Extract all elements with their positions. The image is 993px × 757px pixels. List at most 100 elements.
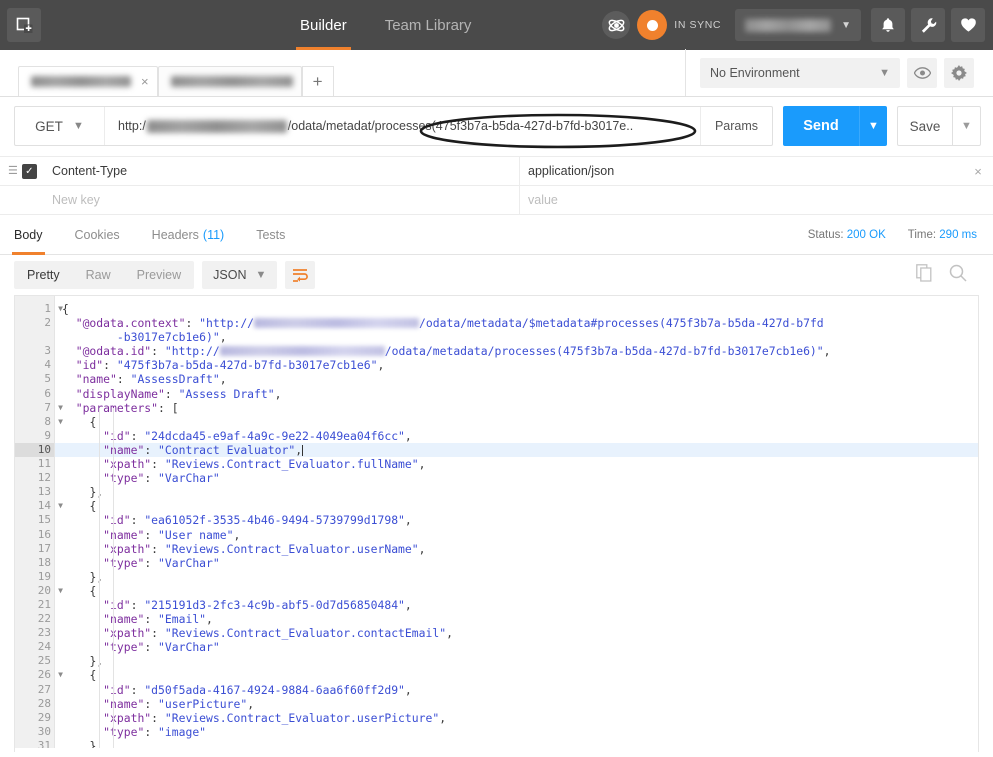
drag-handle-icon[interactable]: ☰	[8, 165, 18, 177]
code-line[interactable]: },	[55, 654, 978, 668]
http-method-select[interactable]: GET ▼	[15, 107, 105, 145]
code-line-number: 1 ▼	[44, 302, 63, 315]
code-line[interactable]: "xpath": "Reviews.Contract_Evaluator.con…	[55, 626, 978, 640]
code-line[interactable]: "xpath": "Reviews.Contract_Evaluator.ful…	[55, 457, 978, 471]
code-line[interactable]: "id": "475f3b7a-b5da-427d-b7fd-b3017e7cb…	[55, 358, 978, 372]
code-line[interactable]: "displayName": "Assess Draft",	[55, 387, 978, 401]
table-row: ☰ ✓ Content-Type application/json ×	[0, 156, 993, 186]
tab-cookies[interactable]: Cookies	[75, 215, 120, 255]
word-wrap-button[interactable]	[285, 261, 316, 289]
atom-icon[interactable]	[602, 11, 631, 39]
send-button[interactable]: Send	[783, 106, 859, 146]
code-content[interactable]: { "@odata.context": "http:///odata/metad…	[54, 296, 978, 752]
code-line[interactable]: },	[55, 485, 978, 499]
code-line[interactable]: {	[55, 302, 978, 316]
code-line[interactable]: "name": "Contract Evaluator",	[55, 442, 978, 458]
response-body-code-area[interactable]: 1 ▼ 2 3 4 5 6 7 ▼ 8 ▼ 9 10 11 12 13 14 ▼ 15 16 17 18 19 20 ▼ 21 22…	[14, 295, 979, 752]
environment-quick-look-button[interactable]	[907, 57, 937, 88]
send-button-group: Send ▼	[783, 106, 887, 146]
code-line-number: 8 ▼	[44, 414, 63, 428]
code-line[interactable]: {	[55, 668, 978, 682]
code-line[interactable]: "name": "Email",	[55, 612, 978, 626]
code-line[interactable]: "type": "VarChar"	[55, 471, 978, 485]
header-tab-team-library-label: Team Library	[384, 16, 472, 34]
remove-header-button[interactable]: ×	[963, 164, 993, 179]
sync-status-icon[interactable]	[637, 10, 668, 40]
time-label: Time:	[907, 228, 937, 241]
code-line[interactable]: "xpath": "Reviews.Contract_Evaluator.use…	[55, 542, 978, 556]
status-badge: Status: 200 OK	[808, 229, 886, 241]
code-line[interactable]: "type": "VarChar"	[55, 640, 978, 654]
code-line-number: 23	[37, 626, 51, 640]
add-request-tab-button[interactable]: +	[301, 66, 334, 96]
params-button[interactable]: Params	[700, 107, 772, 145]
request-tab-1[interactable]: ×	[18, 66, 158, 96]
code-line[interactable]: },	[55, 570, 978, 584]
new-header-value-input[interactable]: value	[520, 186, 963, 215]
code-line[interactable]: "xpath": "Reviews.Contract_Evaluator.use…	[55, 711, 978, 725]
sync-status-group: IN SYNC	[602, 10, 721, 40]
code-line[interactable]: {	[55, 499, 978, 513]
response-tabbar: Body Cookies Headers (11) Tests Status: …	[0, 215, 993, 255]
view-mode-pretty[interactable]: Pretty	[14, 261, 73, 289]
environment-settings-button[interactable]	[944, 57, 974, 88]
code-line[interactable]: "type": "image"	[55, 725, 978, 739]
search-button[interactable]	[949, 264, 967, 287]
favorites-button[interactable]	[951, 8, 985, 42]
row-enabled-checkbox[interactable]: ✓	[21, 163, 37, 179]
tab-headers[interactable]: Headers (11)	[152, 215, 225, 255]
send-label: Send	[803, 118, 839, 134]
code-line[interactable]: {	[55, 415, 978, 429]
new-header-key-input[interactable]: New key	[44, 185, 520, 215]
copy-button[interactable]	[916, 263, 933, 287]
format-select[interactable]: JSON ▼	[202, 261, 278, 289]
request-tab-2[interactable]	[157, 66, 302, 96]
code-line[interactable]: "name": "AssessDraft",	[55, 372, 978, 386]
code-line[interactable]: "@odata.id": "http:///odata/metadata/pro…	[55, 344, 978, 358]
code-line-number: 6	[44, 386, 51, 400]
url-input[interactable]: http:/ /odata/metadat/processes(475f3b7a-…	[105, 107, 700, 145]
code-line[interactable]: "id": "215191d3-2fc3-4c9b-abf5-0d7d56850…	[55, 598, 978, 612]
code-line[interactable]: "id": "24dcda45-e9af-4a9c-9e22-4049ea04f…	[55, 429, 978, 443]
code-line-number: 14 ▼	[37, 499, 63, 513]
user-menu[interactable]: ▼	[735, 9, 861, 41]
user-name-redacted	[745, 18, 832, 32]
code-line[interactable]: "id": "ea61052f-3535-4b46-9494-5739799d1…	[55, 513, 978, 527]
header-key-input[interactable]: Content-Type	[44, 156, 520, 186]
new-window-button[interactable]	[7, 8, 41, 42]
code-line[interactable]: -b3017e7cb1e6)",	[55, 330, 978, 344]
code-line[interactable]: {	[55, 584, 978, 598]
header-tab-builder[interactable]: Builder	[296, 0, 351, 50]
save-options-button[interactable]: ▼	[953, 106, 981, 146]
code-line-number: 24	[37, 640, 51, 654]
time-value: 290 ms	[939, 228, 977, 241]
code-line-number: 4	[44, 358, 51, 372]
code-line[interactable]: "name": "User name",	[55, 528, 978, 542]
code-line[interactable]: "parameters": [	[55, 401, 978, 415]
header-value-input[interactable]: application/json	[520, 157, 963, 186]
view-mode-group: Pretty Raw Preview	[14, 261, 195, 289]
send-options-button[interactable]: ▼	[859, 106, 887, 146]
code-line[interactable]: "name": "userPicture",	[55, 697, 978, 711]
save-button[interactable]: Save	[897, 106, 953, 146]
close-icon[interactable]: ×	[131, 74, 149, 89]
chevron-down-icon: ▼	[841, 19, 851, 31]
header-tab-team-library[interactable]: Team Library	[385, 0, 472, 50]
code-bottom-strip	[15, 748, 978, 752]
url-bar: GET ▼ http:/ /odata/metadat/processes(475…	[0, 97, 993, 156]
eye-icon	[913, 66, 931, 79]
code-line[interactable]: "type": "VarChar"	[55, 556, 978, 570]
environment-select[interactable]: No Environment ▼	[700, 57, 900, 88]
tab-tests[interactable]: Tests	[256, 215, 285, 255]
body-toolbar-right	[916, 263, 967, 287]
view-mode-preview[interactable]: Preview	[124, 261, 194, 289]
settings-wrench-button[interactable]	[911, 8, 945, 42]
view-mode-raw[interactable]: Raw	[73, 261, 124, 289]
code-line[interactable]: "@odata.context": "http:///odata/metadat…	[55, 316, 978, 330]
code-line[interactable]: "id": "d50f5ada-4167-4924-9884-6aa6f60ff…	[55, 683, 978, 697]
notifications-button[interactable]	[871, 8, 905, 42]
table-row-new: New key value	[0, 185, 993, 215]
tab-body[interactable]: Body	[12, 215, 44, 255]
header-tab-builder-label: Builder	[300, 16, 347, 34]
code-line-number	[15, 330, 54, 344]
